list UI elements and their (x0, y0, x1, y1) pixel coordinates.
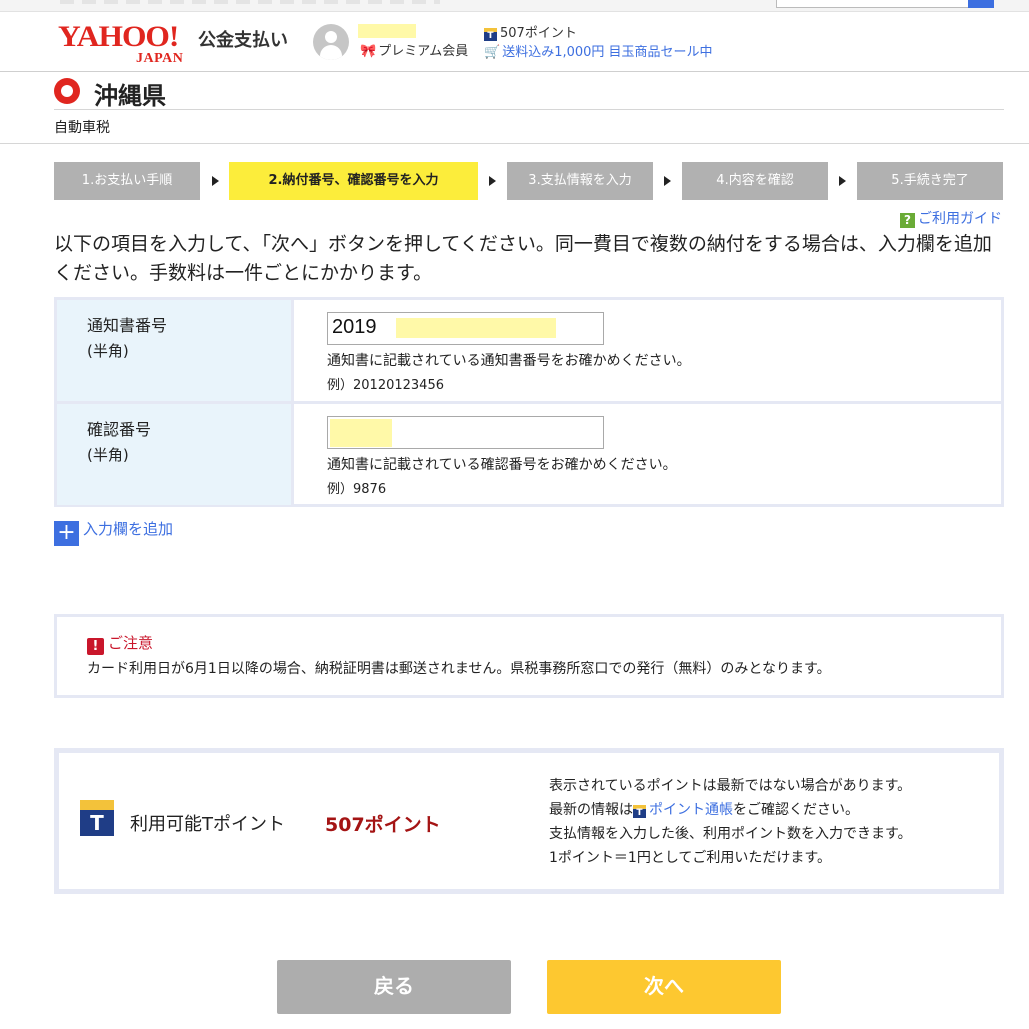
tpoint-icon: T (633, 805, 646, 818)
step-2-active: 2.納付番号、確認番号を入力 (229, 162, 478, 200)
tpoint-value: 507ポイント (325, 814, 441, 836)
confirm-number-sublabel: (半角) (87, 446, 129, 464)
form-label-cell: 確認番号 (半角) (57, 404, 294, 505)
confirm-number-help: 通知書に記載されている確認番号をお確かめください。 (327, 457, 677, 473)
next-button[interactable]: 次へ (547, 960, 781, 1014)
tpoint-note: 表示されているポイントは最新ではない場合があります。 (549, 778, 912, 794)
top-utility-links (60, 0, 440, 4)
step-arrow-icon (664, 176, 671, 186)
point-passbook-link[interactable]: ポイント通帳 (649, 802, 733, 818)
caution-box: ! ご注意 カード利用日が6月1日以降の場合、納税証明書は郵送されません。県税事務… (54, 614, 1004, 698)
tax-type: 自動車税 (54, 120, 110, 136)
divider (0, 143, 1029, 144)
yahoo-japan-logo[interactable]: YAHOO! JAPAN (58, 22, 198, 68)
sale-link-text: 送料込み1,000円 目玉商品セール中 (502, 45, 713, 60)
caution-title-text: ご注意 (108, 634, 154, 652)
prefecture-header: 沖縄県 (54, 76, 1004, 110)
form-row-notice-number: 通知書番号 (半角) 2019 通知書に記載されている通知書番号をお確かめくださ… (57, 300, 1001, 401)
site-header: YAHOO! JAPAN 公金支払い 🎀 プレミアム会員 T 507ポイント 🛒 送料… (0, 12, 1029, 72)
confirm-number-example: 例）9876 (327, 482, 387, 497)
top-search-button[interactable] (968, 0, 994, 8)
usage-guide-text: ご利用ガイド (918, 211, 1002, 227)
redacted-value (396, 318, 556, 338)
form-input-cell: 2019 通知書に記載されている通知書番号をお確かめください。 例）201201… (297, 300, 1001, 401)
notice-number-sublabel: (半角) (87, 342, 129, 360)
usage-guide-link[interactable]: ? ご利用ガイド (900, 208, 1002, 228)
username-redacted[interactable] (358, 24, 416, 38)
top-utility-bar (0, 0, 1029, 12)
logo-japan-text: JAPAN (136, 51, 184, 66)
form-input-cell: 通知書に記載されている確認番号をお確かめください。 例）9876 (297, 404, 1001, 505)
avatar[interactable] (313, 24, 349, 60)
caution-text: カード利用日が6月1日以降の場合、納税証明書は郵送されません。県税事務所窓口での… (87, 661, 831, 677)
confirm-number-input[interactable] (327, 416, 604, 449)
step-5: 5.手続き完了 (857, 162, 1003, 200)
header-points-value: 507ポイント (500, 26, 577, 41)
tpoint-notes: 表示されているポイントは最新ではない場合があります。 最新の情報は T ポイント通帳… (549, 774, 912, 870)
top-search-input[interactable] (776, 0, 970, 8)
step-arrow-icon (839, 176, 846, 186)
step-arrow-icon (212, 176, 219, 186)
tpoint-note-suffix: をご確認ください。 (733, 802, 859, 818)
header-points-link[interactable]: T 507ポイント (484, 22, 577, 41)
tpoint-icon: T (484, 28, 497, 41)
premium-member-link[interactable]: 🎀 プレミアム会員 (360, 40, 468, 59)
question-icon: ? (900, 213, 915, 228)
warning-icon: ! (87, 638, 104, 655)
cart-icon: 🛒 (484, 45, 501, 60)
instructions-text: 以下の項目を入力して、「次へ」ボタンを押してください。同一費目で複数の納付をする… (54, 233, 992, 284)
step-3: 3.支払情報を入力 (507, 162, 653, 200)
step-4: 4.内容を確認 (682, 162, 828, 200)
service-name[interactable]: 公金支払い (198, 26, 288, 52)
tpoint-logo-icon: T (80, 800, 114, 836)
prefecture-emblem-icon (54, 78, 80, 104)
notice-number-example: 例）20120123456 (327, 378, 444, 393)
notice-number-value: 2019 (332, 316, 377, 338)
caution-title: ! ご注意 (87, 632, 153, 655)
premium-label: プレミアム会員 (378, 44, 469, 59)
tpoint-label: 利用可能Tポイント (130, 814, 285, 835)
notice-number-label: 通知書番号 (87, 316, 168, 335)
tpoint-note: 最新の情報は T ポイント通帳をご確認ください。 (549, 798, 912, 822)
prefecture-name: 沖縄県 (94, 82, 166, 110)
step-1: 1.お支払い手順 (54, 162, 200, 200)
tpoint-note: 1ポイント＝1円としてご利用いただけます。 (549, 850, 831, 866)
back-button[interactable]: 戻る (277, 960, 511, 1014)
sale-link[interactable]: 🛒 送料込み1,000円 目玉商品セール中 (484, 41, 713, 60)
gift-icon: 🎀 (360, 44, 377, 59)
tpoint-note: 支払情報を入力した後、利用ポイント数を入力できます。 (549, 826, 912, 842)
input-form-table: 通知書番号 (半角) 2019 通知書に記載されている通知書番号をお確かめくださ… (54, 297, 1004, 507)
notice-number-help: 通知書に記載されている通知書番号をお確かめください。 (327, 353, 691, 369)
add-input-field-text: 入力欄を追加 (83, 520, 174, 538)
confirm-number-label: 確認番号 (87, 420, 152, 439)
step-arrow-icon (489, 176, 496, 186)
logo-yahoo-text: YAHOO! (58, 20, 179, 53)
add-input-field-link[interactable]: + 入力欄を追加 (54, 518, 173, 546)
form-row-confirm-number: 確認番号 (半角) 通知書に記載されている確認番号をお確かめください。 例）98… (57, 404, 1001, 505)
tpoint-note-prefix: 最新の情報は (549, 802, 633, 818)
redacted-value (330, 419, 392, 447)
notice-number-input[interactable]: 2019 (327, 312, 604, 345)
form-label-cell: 通知書番号 (半角) (57, 300, 294, 401)
plus-icon: + (54, 521, 79, 546)
tpoint-box: T 利用可能Tポイント 507ポイント 表示されているポイントは最新ではない場合… (54, 748, 1004, 894)
